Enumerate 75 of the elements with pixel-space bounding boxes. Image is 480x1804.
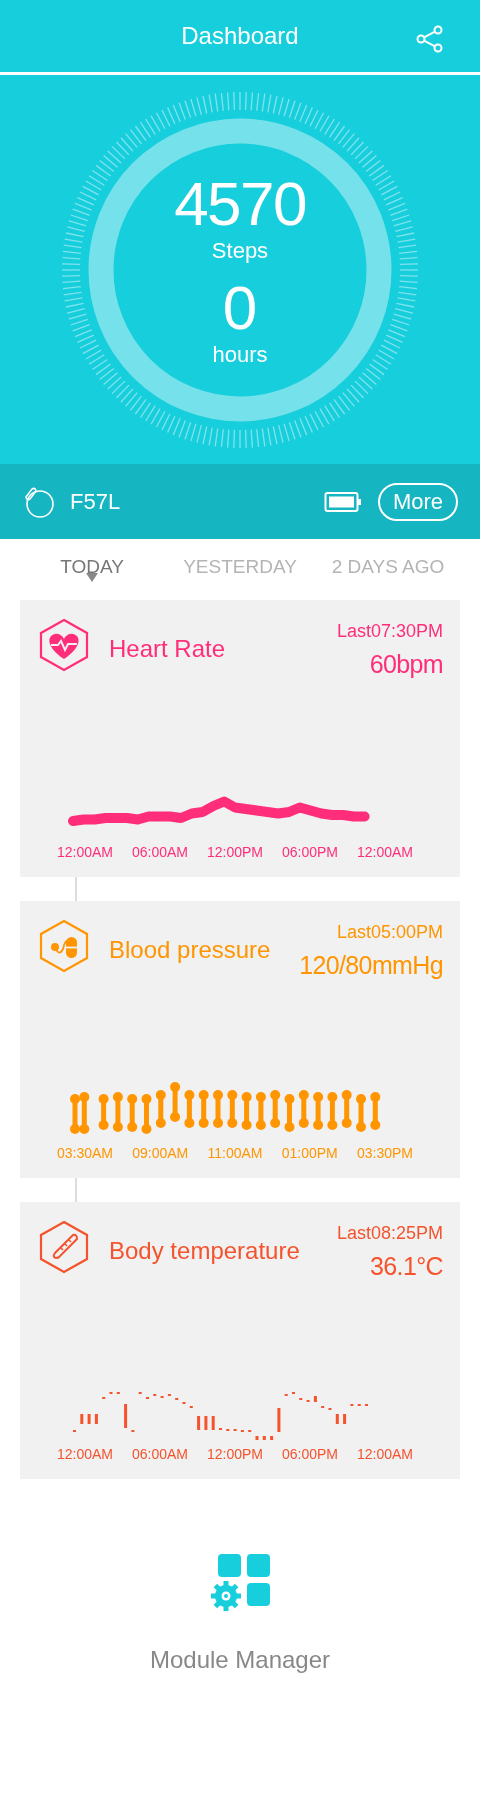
card-title: Heart Rate [109,634,226,664]
pressure-bar [356,1094,366,1132]
day-tab[interactable]: 2 DAYS AGO [314,553,462,600]
day-tab[interactable]: YESTERDAY [166,553,314,600]
last-reading-time: Last05:00PM [336,921,443,943]
day-tab[interactable]: TODAY [18,553,166,600]
band-icon [22,485,54,518]
more-button[interactable]: More [377,482,458,521]
axis-label: 06:00AM [132,843,189,862]
axis-label: 06:00AM [132,1445,189,1464]
last-reading-time: Last08:25PM [336,1222,443,1244]
metric-card[interactable]: Body temperature Last08:25PM 36.1°C 12:00AM 06:00AM 12:00PM 06:00PM 12:00AM [20,1202,460,1479]
temperature-mark [124,1404,128,1428]
battery-icon [323,490,362,513]
temperature-mark [211,1416,215,1430]
module-manager-label[interactable]: Module Manager [149,1642,331,1678]
pressure-bar [313,1092,324,1130]
axis-label: 09:00AM [132,1144,189,1163]
temperature-mark [277,1408,281,1432]
module-manager-icon[interactable] [210,1554,270,1614]
pressure-bar [227,1090,238,1128]
pressure-bar [155,1090,166,1128]
temperature-mark [219,1428,222,1430]
axis-label: 06:00PM [281,1445,338,1464]
temperature-mark [204,1416,208,1430]
pressure-bar [255,1092,266,1130]
last-reading-time: Last07:30PM [336,620,443,642]
header-title: Dashboard [181,21,299,51]
axis-label: 11:00AM [207,1144,263,1163]
pressure-bar [241,1092,252,1130]
axis-label: 03:30PM [356,1144,413,1163]
reading-value: 36.1°C [370,1251,443,1282]
temperature-mark [197,1416,201,1430]
temperature-mark [131,1430,135,1432]
pressure-bar [213,1090,223,1128]
temperature-mark [292,1392,295,1394]
axis-label: 06:00PM [281,843,338,862]
metric-card[interactable]: Heart Rate Last07:30PM 60bpm 12:00AM 06:00AM 12:00PM 06:00PM 12:00AM [20,600,460,877]
pressure-bar [184,1090,195,1128]
axis-label: 12:00PM [206,843,263,862]
steps-count: 4570 [174,170,306,237]
hours-count: 0 [222,274,258,341]
reading-value: 60bpm [369,649,443,680]
pressure-bar [79,1092,90,1134]
axis-label: 12:00AM [356,843,413,862]
temperature-mark [146,1397,149,1399]
pressure-bar [327,1092,338,1130]
axis-label: 03:30AM [57,1144,114,1163]
reading-value: 120/80mmHg [299,950,443,981]
pressure-bar [341,1090,352,1128]
pressure-bar [141,1094,152,1134]
card-title: Blood pressure [109,935,271,965]
temperature-mark [365,1404,368,1406]
metric-card[interactable]: Blood pressure Last05:00PM 120/80mmHg 03:30AM 09:00AM 11:00AM 01:00PM 03:30PM [20,901,460,1178]
axis-label: 01:00PM [281,1144,338,1163]
axis-label: 12:00AM [356,1445,413,1464]
temperature-mark [73,1430,76,1432]
share-icon[interactable] [416,25,444,53]
pressure-bar [112,1092,123,1132]
axis-label: 12:00PM [206,1445,263,1464]
pressure-bar [98,1094,109,1130]
card-title: Body temperature [109,1236,300,1266]
pressure-bar [127,1094,138,1132]
axis-label: 12:00AM [57,1445,114,1464]
hours-label: hours [212,340,268,369]
pressure-bar [284,1094,295,1132]
pressure-bar [298,1090,309,1128]
pressure-bar [270,1090,281,1128]
steps-label: Steps [211,236,269,265]
pressure-bar [170,1082,181,1122]
axis-label: 12:00AM [57,843,114,862]
pressure-bar [198,1090,209,1128]
pressure-bar [70,1094,80,1134]
device-name: F57L [70,488,121,516]
pressure-bar [370,1092,381,1130]
